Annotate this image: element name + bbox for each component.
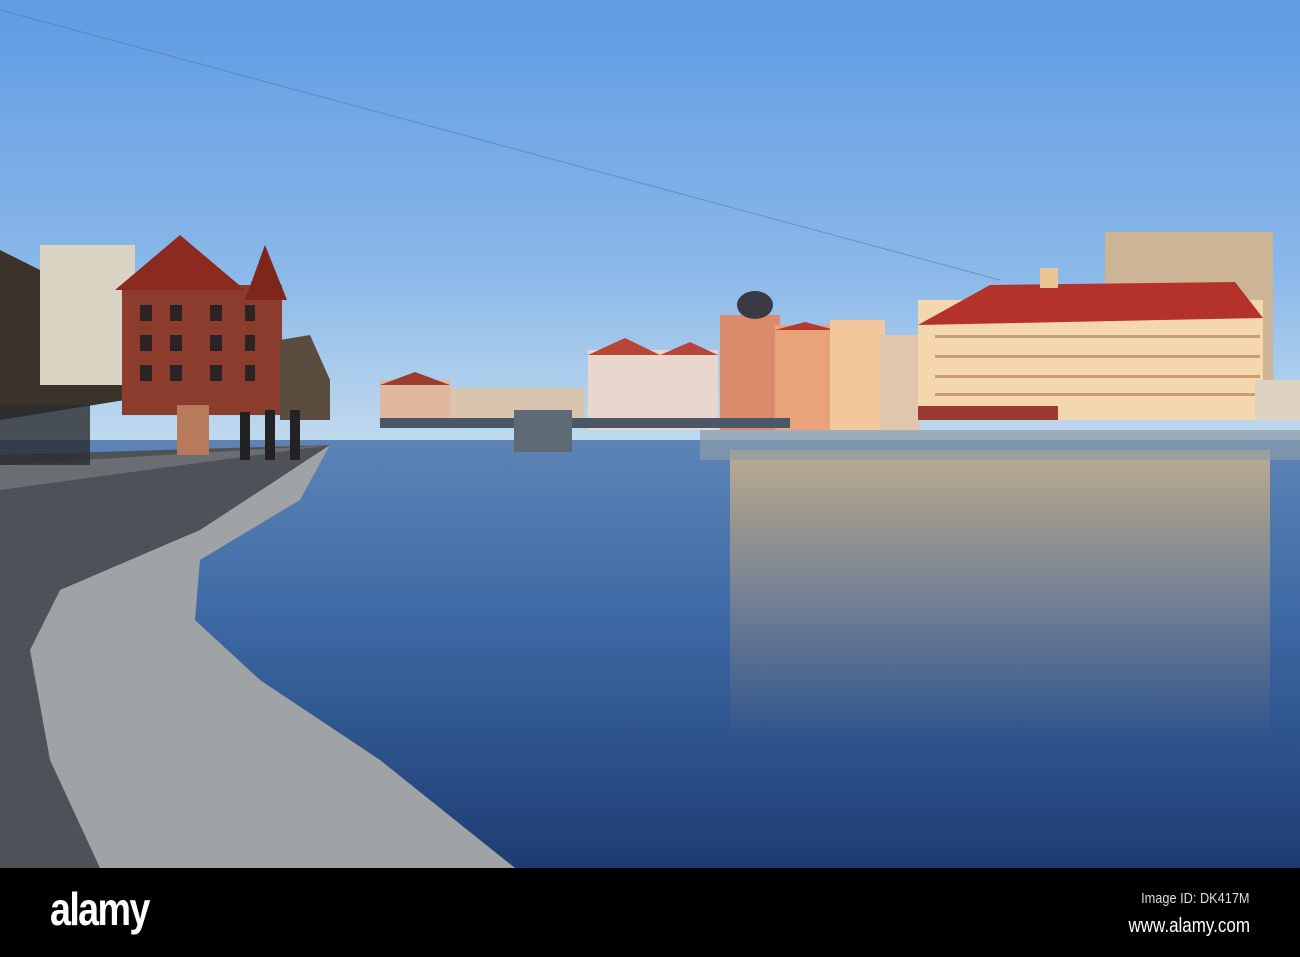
fence-panel xyxy=(177,405,209,455)
stock-photo: alamy Image ID: DK417M www.alamy.com xyxy=(0,0,1300,957)
parked-car xyxy=(0,405,90,465)
people xyxy=(240,410,300,460)
building-right-edge xyxy=(1255,380,1300,420)
watermark-footer: alamy Image ID: DK417M www.alamy.com xyxy=(0,868,1300,957)
building-white-left xyxy=(40,245,135,385)
bridge xyxy=(380,418,790,428)
quay-right xyxy=(700,430,1300,460)
site-url: www.alamy.com xyxy=(1128,915,1250,937)
bridge-pier xyxy=(514,410,572,452)
building-reflection xyxy=(730,450,1270,740)
image-id: Image ID: DK417M xyxy=(1141,890,1250,907)
river-scene-photo xyxy=(0,0,1300,868)
alamy-logo: alamy xyxy=(50,883,150,935)
